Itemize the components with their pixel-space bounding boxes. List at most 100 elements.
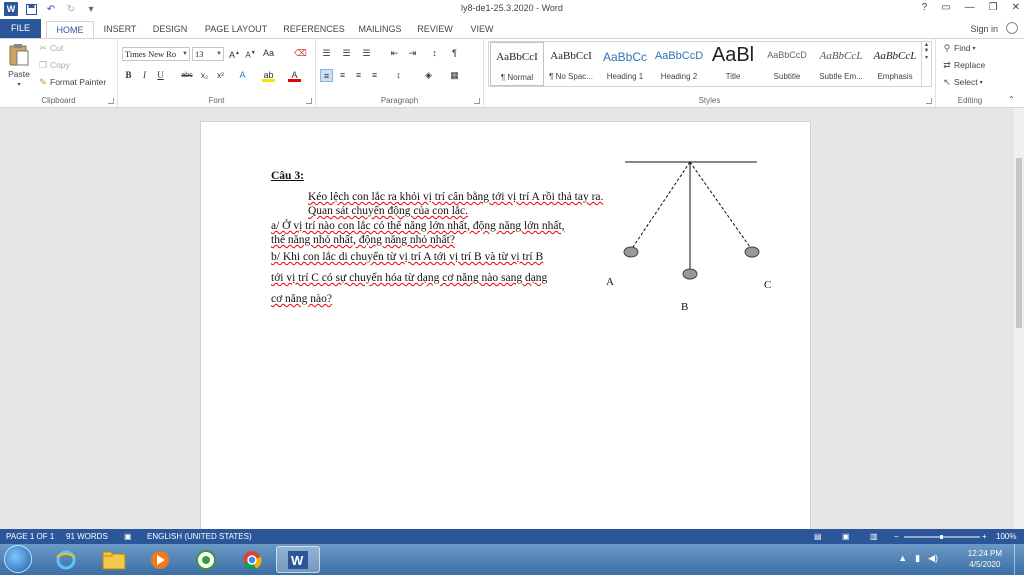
tab-view[interactable]: VIEW — [462, 21, 502, 38]
subscript-icon[interactable]: x₂ — [198, 69, 211, 82]
numbering-icon[interactable]: ☰ — [340, 47, 353, 60]
style-subtle-emphasis[interactable]: AaBbCcL Subtle Em... — [814, 42, 868, 86]
styles-launcher-icon[interactable] — [926, 98, 932, 104]
replace-button[interactable]: ⇄ Replace — [942, 60, 985, 70]
window-controls: ? ▭ — ❐ ✕ — [922, 2, 1020, 13]
sign-in-link[interactable]: Sign in — [970, 24, 998, 34]
font-size-combo[interactable]: 13 ▼ — [192, 47, 224, 61]
vertical-scrollbar[interactable] — [1014, 108, 1024, 529]
font-name-combo[interactable]: Times New Ro ▼ — [122, 47, 190, 61]
select-button[interactable]: ↖ Select ▾ — [942, 77, 982, 87]
editing-group: ⚲ Find ▾ ⇄ Replace ↖ Select ▾ Editing — [936, 39, 1004, 107]
style-title[interactable]: AaBl Title — [706, 42, 760, 86]
clock[interactable]: 12:24 PM 4/5/2020 — [968, 548, 1002, 570]
label-b: B — [681, 301, 689, 313]
text-line-5: b/ Khi con lắc di chuyển từ vị trí A tới… — [271, 251, 544, 263]
web-layout-icon[interactable]: ▥ — [870, 532, 878, 541]
page-count[interactable]: PAGE 1 OF 1 — [6, 532, 54, 541]
word-taskbar-icon[interactable]: W — [276, 546, 320, 573]
tab-references[interactable]: REFERENCES — [280, 21, 348, 38]
shrink-font-icon[interactable]: A▼ — [244, 47, 257, 60]
tab-page-layout[interactable]: PAGE LAYOUT — [200, 21, 272, 38]
find-button[interactable]: ⚲ Find ▾ — [942, 43, 976, 53]
collapse-ribbon-icon[interactable]: ⌃ — [1008, 95, 1015, 104]
align-center-icon[interactable]: ≡ — [336, 69, 349, 82]
clear-formatting-icon[interactable]: ⌫ — [294, 47, 307, 60]
start-button-icon[interactable] — [4, 545, 32, 573]
file-explorer-icon[interactable] — [92, 546, 136, 573]
justify-icon[interactable]: ≡ — [368, 69, 381, 82]
font-color-icon[interactable]: A — [288, 69, 301, 82]
document-page[interactable]: Câu 3: Kéo lệch con lắc ra khỏi vị trí c… — [200, 121, 811, 529]
svg-text:W: W — [291, 553, 304, 568]
close-button[interactable]: ✕ — [1012, 2, 1020, 13]
bullets-icon[interactable]: ☰ — [320, 47, 333, 60]
question-heading: Câu 3: — [271, 170, 304, 182]
clipboard-launcher-icon[interactable] — [108, 98, 114, 104]
proofing-icon[interactable]: ▣ — [124, 532, 132, 541]
grow-font-icon[interactable]: A▲ — [228, 47, 241, 60]
styles-gallery-scroll[interactable]: ▲ ▼ ▾ — [921, 42, 931, 86]
increase-indent-icon[interactable]: ⇥ — [406, 47, 419, 60]
show-hidden-icons-icon[interactable]: ▲ — [898, 553, 907, 564]
style-emphasis[interactable]: AaBbCcL Emphasis — [868, 42, 922, 86]
style-heading-1[interactable]: AaBbCc Heading 1 — [598, 42, 652, 86]
style-normal[interactable]: AaBbCcI ¶ Normal — [490, 42, 544, 86]
network-icon[interactable]: ▮ — [915, 553, 920, 564]
paste-button[interactable]: Paste ▾ — [6, 43, 32, 88]
help-button[interactable]: ? — [922, 2, 928, 13]
decrease-indent-icon[interactable]: ⇤ — [388, 47, 401, 60]
ribbon-display-options-button[interactable]: ▭ — [941, 2, 950, 13]
superscript-icon[interactable]: x² — [214, 69, 227, 82]
line-spacing-icon[interactable]: ↕ — [392, 69, 405, 82]
chevron-down-icon: ▾ — [972, 45, 976, 52]
text-effects-icon[interactable]: A — [236, 69, 249, 82]
zoom-level[interactable]: 100% — [996, 532, 1016, 541]
restore-button[interactable]: ❐ — [989, 2, 998, 13]
change-case-icon[interactable]: Aa — [262, 47, 275, 60]
format-painter-button[interactable]: ✎ Format Painter — [38, 77, 106, 87]
font-launcher-icon[interactable] — [306, 98, 312, 104]
shading-icon[interactable]: ◈ — [422, 69, 435, 82]
zoom-slider[interactable] — [904, 535, 980, 539]
zoom-out-icon[interactable]: − — [894, 532, 899, 541]
word-count[interactable]: 91 WORDS — [66, 532, 108, 541]
style-subtitle[interactable]: AaBbCcD Subtitle — [760, 42, 814, 86]
language-indicator[interactable]: ENGLISH (UNITED STATES) — [147, 532, 252, 541]
align-right-icon[interactable]: ≡ — [352, 69, 365, 82]
print-layout-icon[interactable]: ▣ — [842, 532, 850, 541]
underline-icon[interactable]: U — [154, 69, 167, 82]
paragraph-launcher-icon[interactable] — [474, 98, 480, 104]
show-desktop-button[interactable] — [1014, 544, 1024, 575]
highlight-icon[interactable]: ab — [262, 69, 275, 82]
media-player-icon[interactable] — [138, 546, 182, 573]
feedback-icon[interactable] — [1006, 22, 1018, 34]
tab-mailings[interactable]: MAILINGS — [354, 21, 406, 38]
read-mode-icon[interactable]: ▤ — [814, 532, 822, 541]
tab-home[interactable]: HOME — [46, 21, 94, 38]
bold-icon[interactable]: B — [122, 69, 135, 82]
show-formatting-icon[interactable]: ¶ — [448, 47, 461, 60]
zoom-in-icon[interactable]: + — [982, 532, 987, 541]
tab-review[interactable]: REVIEW — [414, 21, 456, 38]
strikethrough-icon[interactable]: abc — [178, 69, 196, 82]
minimize-button[interactable]: — — [965, 2, 975, 13]
copy-button[interactable]: ❐ Copy — [38, 60, 70, 70]
chrome-icon[interactable] — [230, 546, 274, 573]
cut-button[interactable]: ✂ Cut — [38, 43, 63, 53]
tab-design[interactable]: DESIGN — [146, 21, 194, 38]
style-heading-2[interactable]: AaBbCcD Heading 2 — [652, 42, 706, 86]
scrollbar-thumb[interactable] — [1016, 158, 1022, 328]
style-no-spacing[interactable]: AaBbCcI ¶ No Spac... — [544, 42, 598, 86]
status-bar: PAGE 1 OF 1 91 WORDS ▣ ENGLISH (UNITED S… — [0, 529, 1024, 544]
tab-file[interactable]: FILE — [0, 19, 41, 38]
italic-icon[interactable]: I — [138, 69, 151, 82]
app-icon[interactable] — [184, 546, 228, 573]
align-left-icon[interactable]: ≡ — [320, 69, 333, 82]
volume-icon[interactable]: ◀) — [928, 553, 938, 564]
sort-icon[interactable]: ↕ — [428, 47, 441, 60]
tab-insert[interactable]: INSERT — [98, 21, 142, 38]
borders-icon[interactable]: ▦ — [448, 69, 461, 82]
multilevel-list-icon[interactable]: ☰ — [360, 47, 373, 60]
internet-explorer-icon[interactable] — [44, 546, 88, 573]
